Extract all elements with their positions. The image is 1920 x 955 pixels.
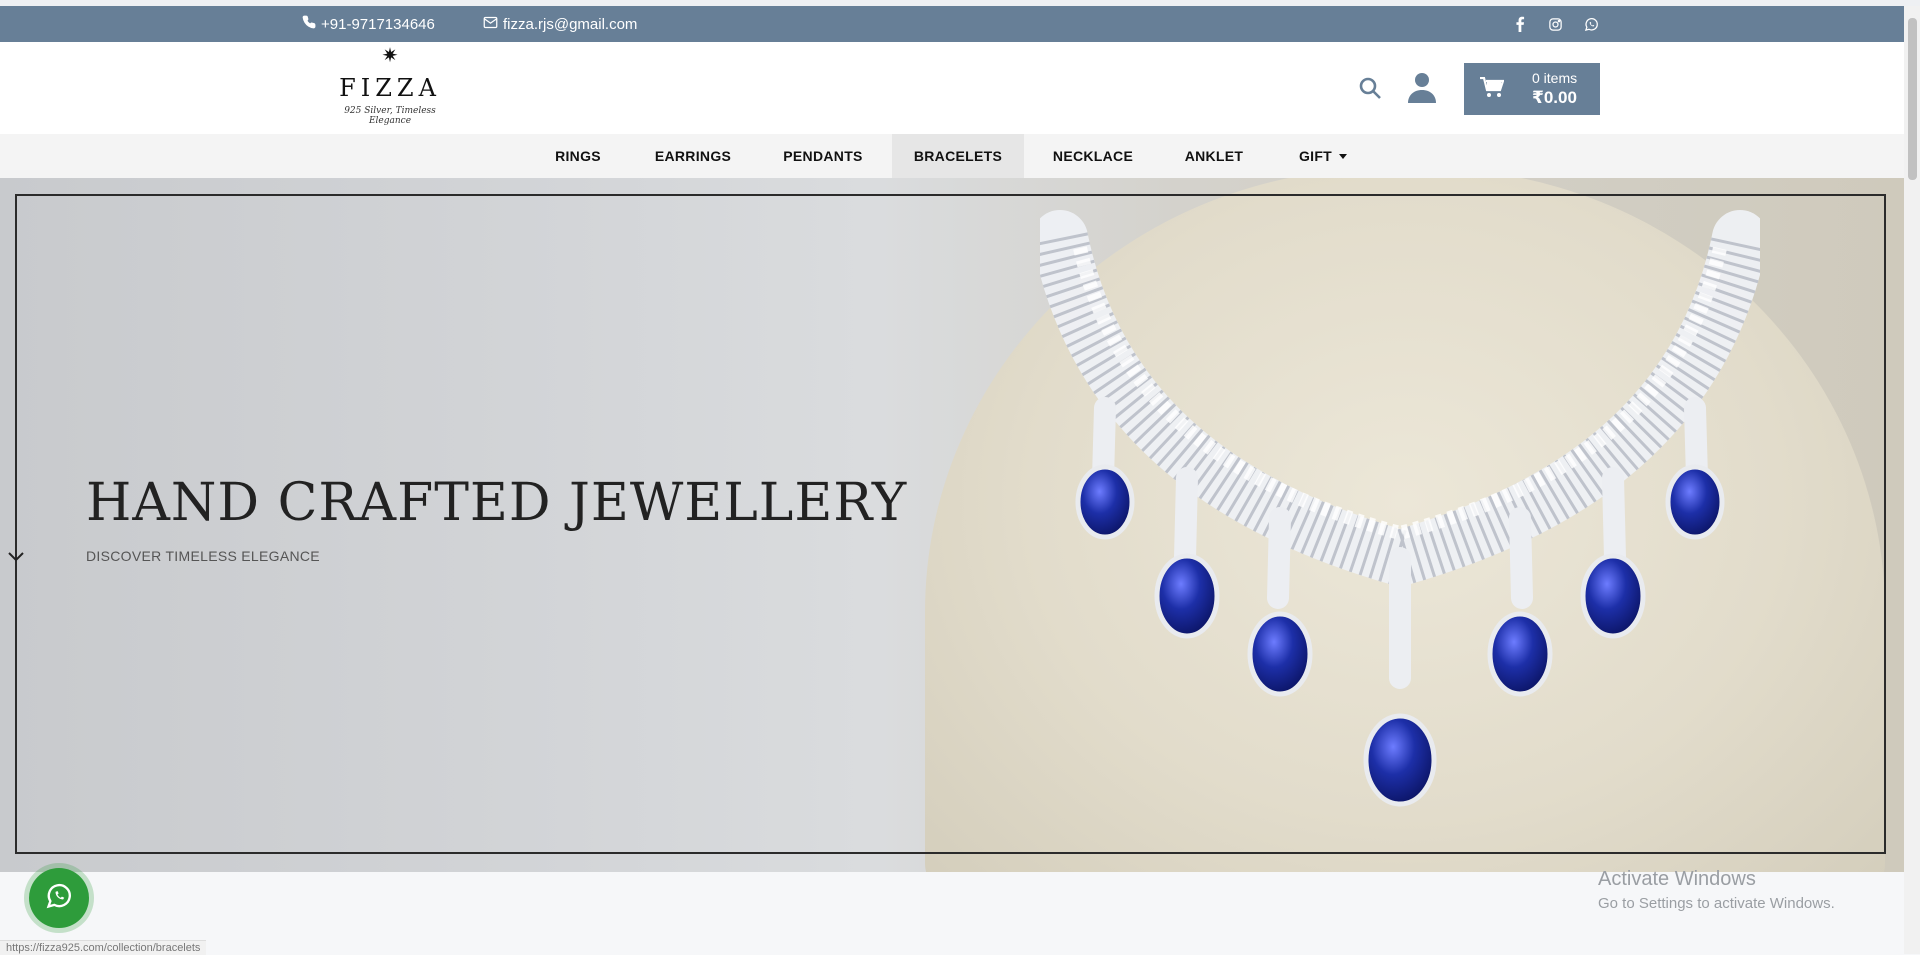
chevron-down-icon[interactable]	[8, 550, 24, 568]
nav-item-earrings[interactable]: EARRINGS	[643, 134, 743, 178]
cart-button[interactable]: 0 items ₹0.00	[1464, 63, 1600, 115]
scrollbar-thumb[interactable]	[1908, 18, 1917, 180]
site-header: ✷ FIZZA 925 Silver, Timeless Elegance 0 …	[0, 42, 1904, 135]
whatsapp-icon	[45, 882, 73, 915]
cart-icon	[1480, 76, 1505, 104]
account-icon[interactable]	[1405, 70, 1439, 104]
instagram-icon[interactable]	[1548, 6, 1563, 42]
email-link[interactable]: fizza.rjs@gmail.com	[483, 6, 637, 42]
cart-total: ₹0.00	[1532, 88, 1577, 107]
nav-item-label: PENDANTS	[783, 148, 863, 164]
hero-banner[interactable]: HAND CRAFTED JEWELLERY DISCOVER TIMELESS…	[0, 178, 1904, 872]
chevron-down-icon	[1339, 153, 1348, 159]
nav-item-anklet[interactable]: ANKLET	[1172, 134, 1256, 178]
facebook-icon[interactable]	[1515, 6, 1525, 42]
nav-item-label: EARRINGS	[654, 148, 732, 164]
phone-number: +91-9717134646	[321, 15, 435, 33]
nav-item-label: NECKLACE	[1052, 148, 1134, 164]
email-address: fizza.rjs@gmail.com	[503, 15, 638, 33]
cart-item-count: 0 items	[1532, 70, 1578, 86]
scrollbar[interactable]	[1904, 6, 1920, 954]
envelope-icon	[483, 16, 498, 33]
logo-brand: FIZZA	[339, 74, 441, 102]
phone-icon	[302, 15, 316, 33]
hero-subtitle: DISCOVER TIMELESS ELEGANCE	[86, 548, 320, 564]
activate-windows-subtitle: Go to Settings to activate Windows.	[1598, 895, 1835, 912]
activate-windows-watermark: Activate Windows Go to Settings to activ…	[1598, 868, 1835, 912]
nav-item-rings[interactable]: RINGS	[544, 134, 612, 178]
nav-item-necklace[interactable]: NECKLACE	[1043, 134, 1143, 178]
nav-item-label: GIFT	[1298, 148, 1333, 164]
search-icon[interactable]	[1356, 74, 1384, 102]
phone-link[interactable]: +91-9717134646	[302, 6, 435, 42]
whatsapp-icon[interactable]	[1584, 6, 1599, 42]
nav-item-gift[interactable]: GIFT	[1287, 134, 1359, 178]
whatsapp-float-button[interactable]	[29, 868, 89, 928]
nav-item-label: RINGS	[555, 148, 601, 164]
logo-tagline: 925 Silver, Timeless Elegance	[344, 106, 436, 126]
nav-item-bracelets[interactable]: BRACELETS	[892, 134, 1024, 178]
nav-item-label: BRACELETS	[913, 148, 1003, 164]
hero-title: HAND CRAFTED JEWELLERY	[86, 473, 908, 533]
main-nav: RINGS EARRINGS PENDANTS BRACELETS NECKLA…	[0, 134, 1904, 179]
top-contact-bar: +91-9717134646 fizza.rjs@gmail.com	[0, 6, 1904, 42]
activate-windows-title: Activate Windows	[1598, 868, 1756, 890]
nav-item-label: ANKLET	[1184, 148, 1244, 164]
logo[interactable]: ✷ FIZZA 925 Silver, Timeless Elegance	[325, 46, 455, 130]
status-bar-url: https://fizza925.com/collection/bracelet…	[0, 940, 207, 955]
logo-star-icon: ✷	[381, 45, 399, 67]
nav-item-pendants[interactable]: PENDANTS	[773, 134, 873, 178]
